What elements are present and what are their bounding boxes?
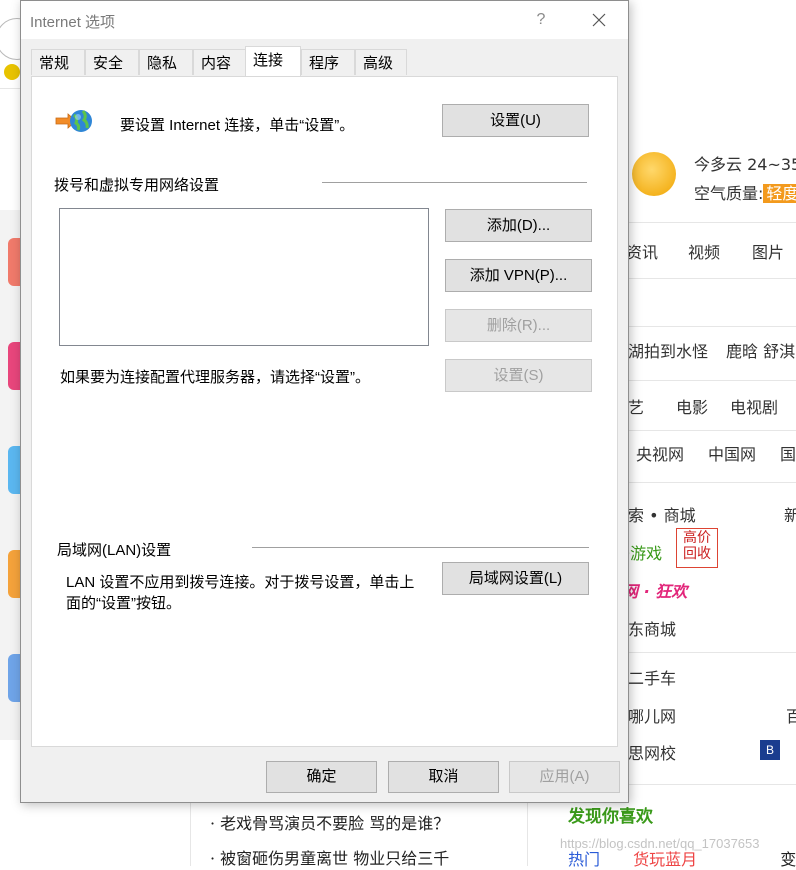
discover-heading: 发现你喜欢 [568,807,653,827]
ok-button[interactable]: 确定 [266,761,377,793]
divider [628,652,796,653]
headline-item[interactable]: · 老戏骨骂演员不要脸 骂的是谁？ [210,810,449,834]
divider [628,380,796,381]
connections-listbox[interactable] [59,208,429,346]
add-button[interactable]: 添加(D)... [445,209,592,242]
hot-news-2[interactable]: 鹿晗 舒淇 [726,338,795,362]
nav-images[interactable]: 图片 [752,239,784,263]
b-logo-icon[interactable]: B [760,740,780,760]
weather-sun-icon [632,152,676,196]
tab-hot[interactable]: 热门 [568,850,600,869]
tab-content[interactable]: 内容 [193,49,247,75]
site-more[interactable]: 国 [780,441,796,465]
internet-options-dialog: Internet 选项 ? 常规 安全 隐私 内容 连接 程序 高级 要设置 I… [20,0,629,803]
tab-advanced[interactable]: 高级 [355,49,407,75]
site-china[interactable]: 中国网 [708,441,756,465]
tab-more[interactable]: 变 [780,850,796,869]
dialog-title: Internet 选项 [30,14,116,31]
favorites-icon[interactable] [4,64,20,80]
hot-news-1[interactable]: 湖拍到水怪 [628,338,708,362]
add-vpn-button[interactable]: 添加 VPN(P)... [445,259,592,292]
xueersi-link[interactable]: 思网校 [628,740,676,764]
weather-text: 今多云 24~35 [694,155,796,174]
nav-variety[interactable]: 艺 [628,394,644,418]
setup-button[interactable]: 设置(U) [442,104,589,137]
divider [628,278,796,279]
divider [322,182,587,183]
lan-heading: 局域网(LAN)设置 [57,542,172,559]
lan-text-line1: LAN 设置不应用到拨号连接。对于拨号设置，单击上 [66,574,415,591]
air-quality-badge: 轻度 [763,184,796,203]
shopping-link[interactable]: 索 • 商城 [628,502,696,526]
proxy-instruction: 如果要为连接配置代理服务器，请选择“设置”。 [60,369,370,386]
headline-item[interactable]: · 被窗砸伤男童离世 物业只给三千 [210,845,449,869]
dialup-settings-button[interactable]: 设置(S) [445,359,592,392]
divider [628,430,796,431]
watermark: https://blog.csdn.net/qq_17037653 [560,836,760,851]
bai-link[interactable]: 百 [786,703,796,727]
qunar-link[interactable]: 哪儿网 [628,703,676,727]
nav-video[interactable]: 视频 [688,239,720,263]
headline-text: 老戏骨骂演员不要脸 骂的是谁？ [220,814,450,833]
dialog-titlebar[interactable]: Internet 选项 ? [21,1,628,39]
remove-button[interactable]: 删除(R)... [445,309,592,342]
tab-game[interactable]: 货玩蓝月 [633,850,697,869]
apply-button[interactable]: 应用(A) [509,761,620,793]
divider [628,326,796,327]
new-link[interactable]: 新 [784,502,796,526]
tab-general[interactable]: 常规 [31,49,85,75]
lan-text-line2: 面的“设置”按钮。 [66,595,181,612]
site-cctv[interactable]: 央视网 [636,441,684,465]
connections-panel: 要设置 Internet 连接，单击“设置”。 设置(U) 拨号和虚拟专用网络设… [31,76,618,747]
setup-instruction: 要设置 Internet 连接，单击“设置”。 [120,117,355,134]
nav-news[interactable]: 资讯 [626,239,658,263]
divider [628,222,796,223]
network-globe-icon [54,106,94,136]
tab-programs[interactable]: 程序 [301,49,355,75]
lan-settings-button[interactable]: 局域网设置(L) [442,562,589,595]
recycle-stamp[interactable]: 高价回收 [676,528,718,568]
tab-connections[interactable]: 连接 [245,46,301,76]
cancel-button[interactable]: 取消 [388,761,499,793]
dialup-vpn-heading: 拨号和虚拟专用网络设置 [54,177,220,194]
nav-movies[interactable]: 电影 [676,394,708,418]
headline-text: 被窗砸伤男童离世 物业只给三千 [220,849,450,868]
divider [628,482,796,483]
nav-tv[interactable]: 电视剧 [730,394,778,418]
tab-security[interactable]: 安全 [85,49,139,75]
divider [628,784,796,785]
help-button[interactable]: ? [526,7,556,33]
promo-link[interactable]: 网 · 狂欢 [622,578,687,602]
close-icon [592,13,606,27]
close-button[interactable] [584,7,614,33]
divider [252,547,589,548]
air-quality: 空气质量: 轻度 [694,180,796,204]
tab-privacy[interactable]: 隐私 [139,49,193,75]
jd-link[interactable]: 东商城 [628,616,676,640]
used-car-link[interactable]: 二手车 [628,665,676,689]
air-quality-label: 空气质量: [694,184,764,203]
